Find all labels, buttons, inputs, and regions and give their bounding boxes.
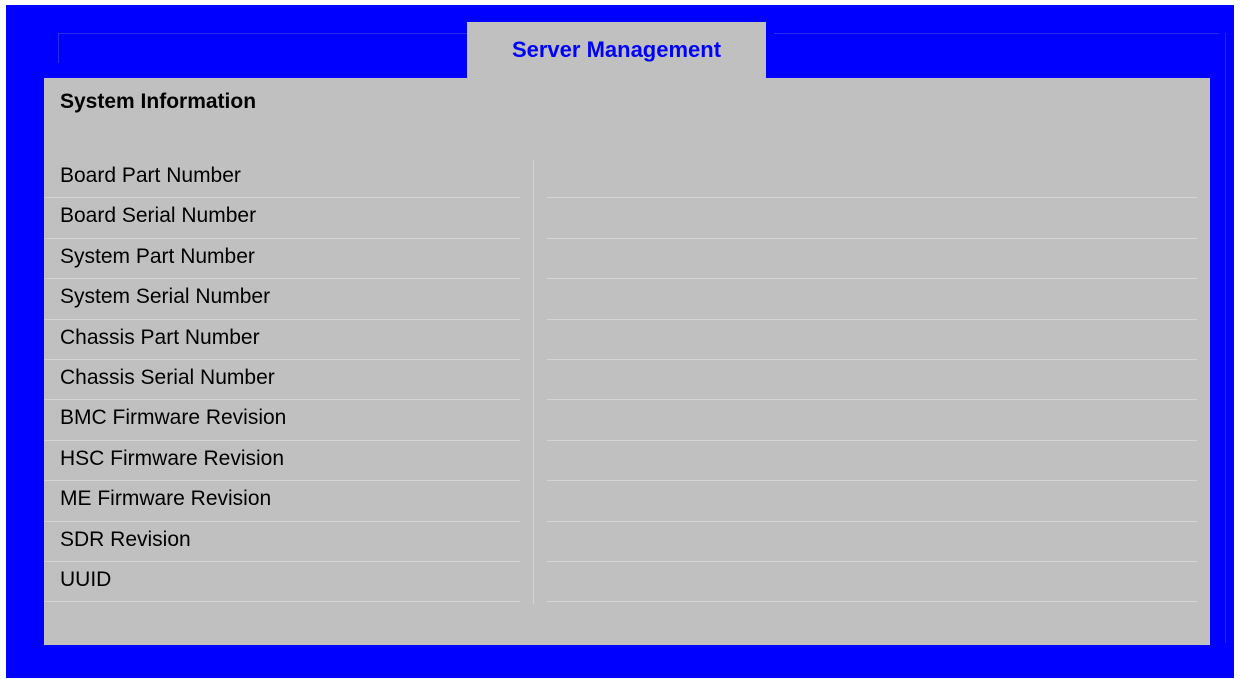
tab-label: Server Management — [511, 37, 722, 62]
info-list: Board Part Number Board Serial Number Sy… — [44, 158, 1210, 603]
row-label: ME Firmware Revision — [60, 487, 272, 511]
row-divider — [547, 601, 1197, 603]
row-label: BMC Firmware Revision — [60, 406, 287, 430]
row-label: Board Part Number — [60, 164, 241, 187]
frame-left-line — [58, 33, 59, 63]
row-label: System Serial Number — [60, 285, 271, 309]
info-row-board-serial-number: Board Serial Number — [44, 198, 1210, 239]
info-row-uuid: UUID — [44, 562, 1210, 603]
row-label: SDR Revision — [60, 527, 191, 551]
info-row-board-part-number: Board Part Number — [44, 158, 1210, 199]
info-row-system-part-number: System Part Number — [44, 239, 1210, 280]
tab-server-management[interactable]: Server Management — [467, 22, 766, 78]
info-row-chassis-part-number: Chassis Part Number — [44, 320, 1210, 360]
row-label: Chassis Serial Number — [60, 365, 275, 389]
row-label: Board Serial Number — [60, 204, 257, 228]
frame-right-line — [1225, 33, 1226, 643]
info-row-sdr-revision: SDR Revision — [44, 522, 1210, 562]
row-label: Chassis Part Number — [60, 325, 260, 349]
frame-top-line-left — [58, 33, 468, 34]
row-label: HSC Firmware Revision — [60, 446, 285, 470]
row-label: System Part Number — [60, 244, 255, 268]
section-title: System Information — [60, 90, 257, 113]
info-row-hsc-firmware-revision: HSC Firmware Revision — [44, 441, 1210, 482]
info-row-system-serial-number: System Serial Number — [44, 279, 1210, 320]
row-label: UUID — [60, 567, 112, 591]
info-row-bmc-firmware-revision: BMC Firmware Revision — [44, 400, 1210, 441]
frame-top-line-right — [774, 33, 1219, 34]
main-panel: System Information Board Part Number Boa… — [44, 78, 1210, 645]
info-row-me-firmware-revision: ME Firmware Revision — [44, 481, 1210, 522]
row-divider — [44, 601, 520, 603]
info-row-chassis-serial-number: Chassis Serial Number — [44, 360, 1210, 401]
